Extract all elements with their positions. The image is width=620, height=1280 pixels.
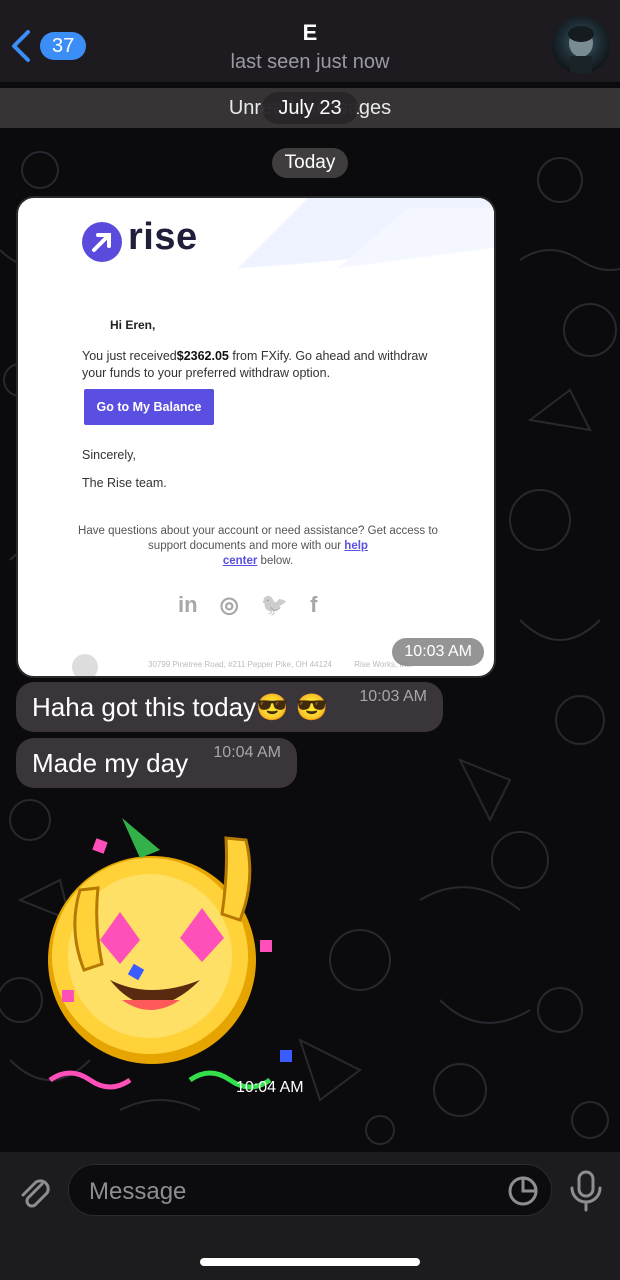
email-screenshot: rise Hi Eren, You just received$2362.05 … <box>18 198 494 676</box>
message-time: 10:04 AM <box>213 744 281 761</box>
message-time: 10:03 AM <box>392 638 484 666</box>
email-body-prefix: You just received <box>82 349 177 363</box>
composer-bar: Message <box>0 1152 620 1280</box>
email-help-text: Have questions about your account or nee… <box>78 524 438 569</box>
message-time: 10:03 AM <box>359 688 427 705</box>
chat-title[interactable]: E <box>0 20 620 46</box>
brand-name: rise <box>128 216 198 258</box>
email-body: You just received$2362.05 from FXify. Go… <box>82 348 442 382</box>
email-greeting: Hi Eren, <box>110 318 156 332</box>
message-input[interactable]: Message <box>68 1164 552 1216</box>
help-text: Have questions about your account or nee… <box>78 525 438 552</box>
instagram-icon: ◎ <box>219 592 239 617</box>
chat-header: 37 E last seen just now <box>0 0 620 82</box>
avatar[interactable] <box>552 16 610 74</box>
address-text: 30799 Pinetree Road, #211 Pepper Pike, O… <box>148 660 332 669</box>
microphone-icon[interactable] <box>566 1168 606 1212</box>
email-signoff: Sincerely, <box>82 448 136 462</box>
date-separator: Today <box>272 148 348 178</box>
linkedin-icon: in <box>178 592 198 617</box>
floating-date-chip: July 23 <box>262 92 358 124</box>
message-placeholder: Message <box>89 1178 187 1205</box>
message-bubble[interactable]: Haha got this today😎 😎 10:03 AM <box>16 682 443 732</box>
last-seen-status: last seen just now <box>230 51 390 73</box>
sticker-time: 10:04 AM <box>236 1079 304 1096</box>
sticker-icon[interactable] <box>507 1175 539 1207</box>
help-end: below. <box>257 555 294 567</box>
message-text: Made my day <box>32 748 189 778</box>
social-icons: in ◎ 🐦 f <box>178 592 348 620</box>
facebook-icon: f <box>310 592 318 617</box>
message-bubble[interactable]: Made my day 10:04 AM <box>16 738 297 788</box>
help-link-part2: center <box>222 555 258 567</box>
home-indicator <box>200 1258 420 1266</box>
email-signature: The Rise team. <box>82 476 167 490</box>
amount-text: $2362.05 <box>176 349 229 363</box>
twitter-icon: 🐦 <box>260 592 289 617</box>
go-to-balance-button: Go to My Balance <box>84 389 214 425</box>
help-link-part1: help <box>344 540 368 552</box>
rise-logo-icon <box>82 222 122 262</box>
message-text: Haha got this today😎 😎 <box>32 692 329 722</box>
image-message[interactable]: rise Hi Eren, You just received$2362.05 … <box>16 196 496 678</box>
paperclip-icon[interactable] <box>14 1172 54 1212</box>
party-coin-sticker[interactable] <box>40 810 320 1100</box>
rise-footer-logo-icon <box>72 654 98 676</box>
